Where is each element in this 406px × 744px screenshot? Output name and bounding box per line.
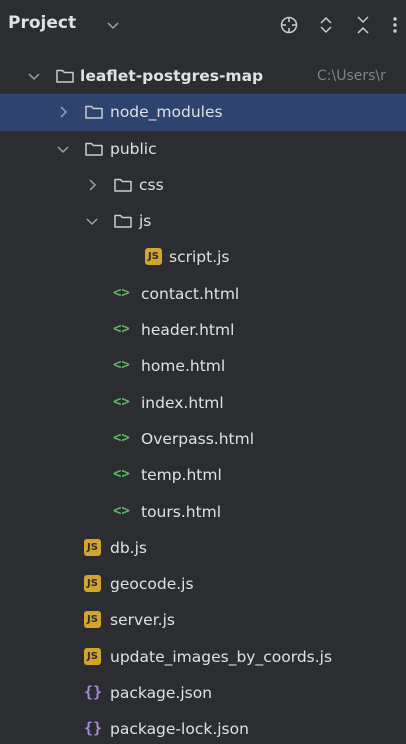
node-modules-label: node_modules [110,103,223,122]
tree-item-server-js[interactable]: JS server.js [0,602,406,638]
chevron-right-icon[interactable] [85,178,99,192]
folder-icon [85,106,103,120]
chevron-down-icon[interactable] [27,69,41,83]
javascript-file-icon: JS [84,611,101,629]
root-folder-label: leaflet-postgres-map [80,67,264,85]
tree-item-header-html[interactable]: <> header.html [0,312,406,348]
javascript-file-icon: JS [84,647,101,665]
chevron-down-icon[interactable] [56,142,70,156]
json-file-icon: {} [84,683,103,702]
javascript-file-icon: JS [145,248,162,266]
tree-item-db-js[interactable]: JS db.js [0,530,406,566]
html-file-icon: <> [113,502,130,519]
project-tool-window: Project leaflet-postgres-map C:\Users\r … [0,0,406,744]
html-file-icon: <> [113,429,130,446]
collapse-all-icon[interactable] [352,14,374,36]
html-file-icon: <> [113,393,130,410]
html-file-icon: <> [113,321,130,338]
more-icon[interactable] [390,14,400,36]
tree-item-root[interactable]: leaflet-postgres-map C:\Users\r [0,58,406,94]
file-label: home.html [141,357,226,376]
tree-item-js[interactable]: js [0,203,406,239]
file-label: contact.html [141,284,240,303]
expand-all-icon[interactable] [315,14,337,36]
tree-item-css[interactable]: css [0,167,406,203]
root-path-label: C:\Users\r [317,68,386,84]
tree-item-update-images-js[interactable]: JS update_images_by_coords.js [0,639,406,675]
file-label: geocode.js [110,575,194,594]
chevron-down-icon[interactable] [85,214,99,228]
crosshair-icon[interactable] [278,14,300,36]
tree-item-overpass-html[interactable]: <> Overpass.html [0,421,406,457]
file-label: tours.html [141,502,222,521]
file-label: script.js [169,248,230,267]
file-label: index.html [141,393,224,412]
tree-item-contact-html[interactable]: <> contact.html [0,276,406,312]
tree-item-geocode-js[interactable]: JS geocode.js [0,566,406,602]
css-folder-label: css [139,175,164,194]
javascript-file-icon: JS [84,538,101,556]
file-label: package-lock.json [110,720,249,739]
project-tree: leaflet-postgres-map C:\Users\r node_mod… [0,58,406,744]
html-file-icon: <> [113,284,130,301]
tree-item-temp-html[interactable]: <> temp.html [0,457,406,493]
tree-item-package-json[interactable]: {} package.json [0,675,406,711]
tree-item-tours-html[interactable]: <> tours.html [0,494,406,530]
file-label: header.html [141,321,235,340]
file-label: server.js [110,611,175,630]
folder-icon [56,69,74,83]
file-label: package.json [110,684,213,703]
chevron-right-icon[interactable] [56,105,70,119]
js-folder-label: js [139,212,152,231]
tree-item-index-html[interactable]: <> index.html [0,385,406,421]
folder-icon [85,142,103,156]
javascript-file-icon: JS [84,575,101,593]
file-label: temp.html [141,466,222,485]
tree-item-script-js[interactable]: JS script.js [0,239,406,275]
public-folder-label: public [110,139,157,158]
file-label: Overpass.html [141,429,255,448]
project-title[interactable]: Project [8,13,76,33]
chevron-down-icon[interactable] [106,18,120,32]
file-label: update_images_by_coords.js [110,647,333,666]
html-file-icon: <> [113,357,130,374]
folder-icon [114,214,132,228]
html-file-icon: <> [113,466,130,483]
tree-item-package-lock-json[interactable]: {} package-lock.json [0,711,406,744]
tree-item-home-html[interactable]: <> home.html [0,348,406,384]
json-file-icon: {} [84,719,103,738]
file-label: db.js [110,538,147,557]
project-header: Project [0,0,406,52]
folder-icon [114,178,132,192]
tree-item-node-modules[interactable]: node_modules [0,94,406,131]
tree-item-public[interactable]: public [0,131,406,167]
